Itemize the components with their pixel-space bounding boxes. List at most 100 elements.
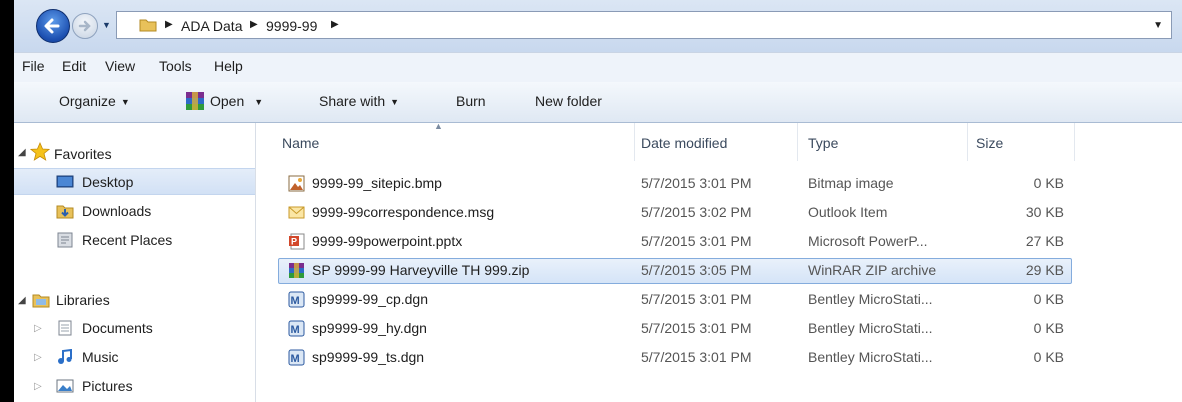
nav-recent-places[interactable]: Recent Places — [14, 227, 255, 254]
star-icon — [30, 142, 50, 161]
explorer-window: ▼ ▶ ADA Data ▶ 9999-99 ▶ ▼ File Edit Vie… — [14, 0, 1182, 402]
breadcrumb-ada-data[interactable]: ADA Data — [181, 18, 242, 34]
back-arrow-icon — [44, 18, 60, 34]
file-size: 0 KB — [1033, 349, 1064, 365]
file-type: Microsoft PowerP... — [808, 233, 928, 249]
file-name: sp9999-99_cp.dgn — [312, 291, 428, 307]
file-row[interactable]: M sp9999-99_hy.dgn 5/7/2015 3:01 PM Bent… — [278, 316, 1072, 342]
command-bar: Organize ▼ Open ▼ Share with ▼ Burn New fol… — [14, 82, 1182, 123]
nav-desktop-label: Desktop — [82, 174, 134, 190]
file-date: 5/7/2015 3:01 PM — [641, 233, 752, 249]
column-header-name[interactable]: Name — [282, 135, 319, 151]
column-header-date-modified[interactable]: Date modified — [641, 135, 727, 151]
navigation-pane: ◢ Favorites Desktop Downloads Recent Pla… — [14, 123, 256, 402]
organize-label: Organize — [59, 93, 116, 109]
file-size: 30 KB — [1025, 204, 1064, 220]
column-header-size[interactable]: Size — [976, 135, 1003, 151]
file-name: sp9999-99_ts.dgn — [312, 349, 425, 365]
column-divider[interactable] — [1074, 123, 1075, 161]
organize-button[interactable]: Organize ▼ — [59, 93, 130, 109]
file-name: 9999-99powerpoint.pptx — [312, 233, 463, 249]
breadcrumb-separator-icon[interactable]: ▶ — [250, 19, 258, 30]
collapse-triangle-icon[interactable]: ▷ — [34, 352, 42, 363]
column-header-type[interactable]: Type — [808, 135, 838, 151]
back-button[interactable] — [36, 9, 70, 43]
chevron-down-icon: ▼ — [390, 97, 400, 107]
file-type: Outlook Item — [808, 204, 888, 220]
file-row[interactable]: 9999-99_sitepic.bmp 5/7/2015 3:01 PM Bit… — [278, 171, 1072, 197]
share-with-button[interactable]: Share with ▼ — [319, 93, 399, 109]
nav-pictures[interactable]: ▷ Pictures — [14, 373, 255, 400]
sort-ascending-icon: ▲ — [434, 121, 443, 131]
address-bar[interactable]: ▶ ADA Data ▶ 9999-99 ▶ ▼ — [116, 11, 1172, 39]
chevron-down-icon: ▼ — [254, 97, 264, 107]
breadcrumb-separator-icon[interactable]: ▶ — [165, 19, 173, 30]
nav-libraries-label: Libraries — [56, 292, 110, 308]
forward-button[interactable] — [72, 13, 98, 39]
nav-downloads[interactable]: Downloads — [14, 198, 255, 225]
file-type: Bentley MicroStati... — [808, 320, 933, 336]
file-date: 5/7/2015 3:02 PM — [641, 204, 752, 220]
file-row[interactable]: P 9999-99powerpoint.pptx 5/7/2015 3:01 P… — [278, 229, 1072, 255]
file-size: 0 KB — [1033, 291, 1064, 307]
pictures-icon — [56, 379, 74, 393]
winrar-icon — [289, 263, 304, 278]
downloads-folder-icon — [56, 205, 74, 219]
powerpoint-icon: P — [289, 233, 305, 250]
burn-button[interactable]: Burn — [456, 93, 486, 109]
chevron-down-icon: ▼ — [120, 97, 130, 107]
expand-triangle-icon[interactable]: ◢ — [18, 295, 26, 306]
file-type: Bentley MicroStati... — [808, 291, 933, 307]
svg-text:M: M — [291, 324, 300, 336]
menu-file[interactable]: File — [22, 58, 45, 74]
breadcrumb-separator-icon[interactable]: ▶ — [331, 19, 339, 30]
recent-places-icon — [57, 232, 73, 248]
menu-bar: File Edit View Tools Help — [14, 52, 1182, 83]
menu-edit[interactable]: Edit — [62, 58, 86, 74]
file-row-selected[interactable]: SP 9999-99 Harveyville TH 999.zip 5/7/20… — [278, 258, 1072, 284]
expand-triangle-icon[interactable]: ◢ — [18, 147, 26, 158]
open-button[interactable]: Open ▼ — [210, 93, 263, 109]
svg-text:M: M — [291, 295, 300, 307]
recent-pages-dropdown-icon[interactable]: ▼ — [102, 20, 111, 30]
file-type: Bentley MicroStati... — [808, 349, 933, 365]
file-size: 0 KB — [1033, 175, 1064, 191]
share-with-label: Share with — [319, 93, 386, 109]
file-size: 27 KB — [1025, 233, 1064, 249]
breadcrumb-9999-99[interactable]: 9999-99 — [266, 18, 317, 34]
nav-desktop[interactable]: Desktop — [14, 168, 255, 195]
file-date: 5/7/2015 3:01 PM — [641, 320, 752, 336]
nav-documents[interactable]: ▷ Documents — [14, 315, 255, 342]
collapse-triangle-icon[interactable]: ▷ — [34, 381, 42, 392]
nav-music[interactable]: ▷ Music — [14, 344, 255, 371]
menu-view[interactable]: View — [105, 58, 135, 74]
file-row[interactable]: M sp9999-99_ts.dgn 5/7/2015 3:01 PM Bent… — [278, 345, 1072, 371]
file-name: 9999-99correspondence.msg — [312, 204, 495, 220]
file-row[interactable]: M sp9999-99_cp.dgn 5/7/2015 3:01 PM Bent… — [278, 287, 1072, 313]
nav-music-label: Music — [82, 349, 119, 365]
address-dropdown-icon[interactable]: ▼ — [1153, 20, 1163, 31]
nav-libraries[interactable]: ◢ Libraries — [14, 287, 255, 314]
file-size: 0 KB — [1033, 320, 1064, 336]
microstation-icon: M — [288, 320, 305, 337]
microstation-icon: M — [288, 291, 305, 308]
nav-favorites[interactable]: ◢ Favorites — [14, 139, 255, 166]
desktop-icon — [56, 175, 74, 188]
file-type: WinRAR ZIP archive — [808, 262, 937, 278]
file-name: 9999-99_sitepic.bmp — [312, 175, 442, 191]
column-divider[interactable] — [967, 123, 968, 161]
nav-recent-places-label: Recent Places — [82, 232, 173, 248]
file-row[interactable]: 9999-99correspondence.msg 5/7/2015 3:02 … — [278, 200, 1072, 226]
new-folder-button[interactable]: New folder — [535, 93, 602, 109]
svg-text:P: P — [291, 237, 297, 247]
menu-tools[interactable]: Tools — [159, 58, 192, 74]
collapse-triangle-icon[interactable]: ▷ — [34, 323, 42, 334]
mail-icon — [288, 206, 305, 219]
microstation-icon: M — [288, 349, 305, 366]
column-divider[interactable] — [797, 123, 798, 161]
file-name: sp9999-99_hy.dgn — [312, 320, 427, 336]
file-date: 5/7/2015 3:01 PM — [641, 175, 752, 191]
forward-arrow-icon — [78, 20, 91, 32]
menu-help[interactable]: Help — [214, 58, 243, 74]
column-divider[interactable] — [634, 123, 635, 161]
